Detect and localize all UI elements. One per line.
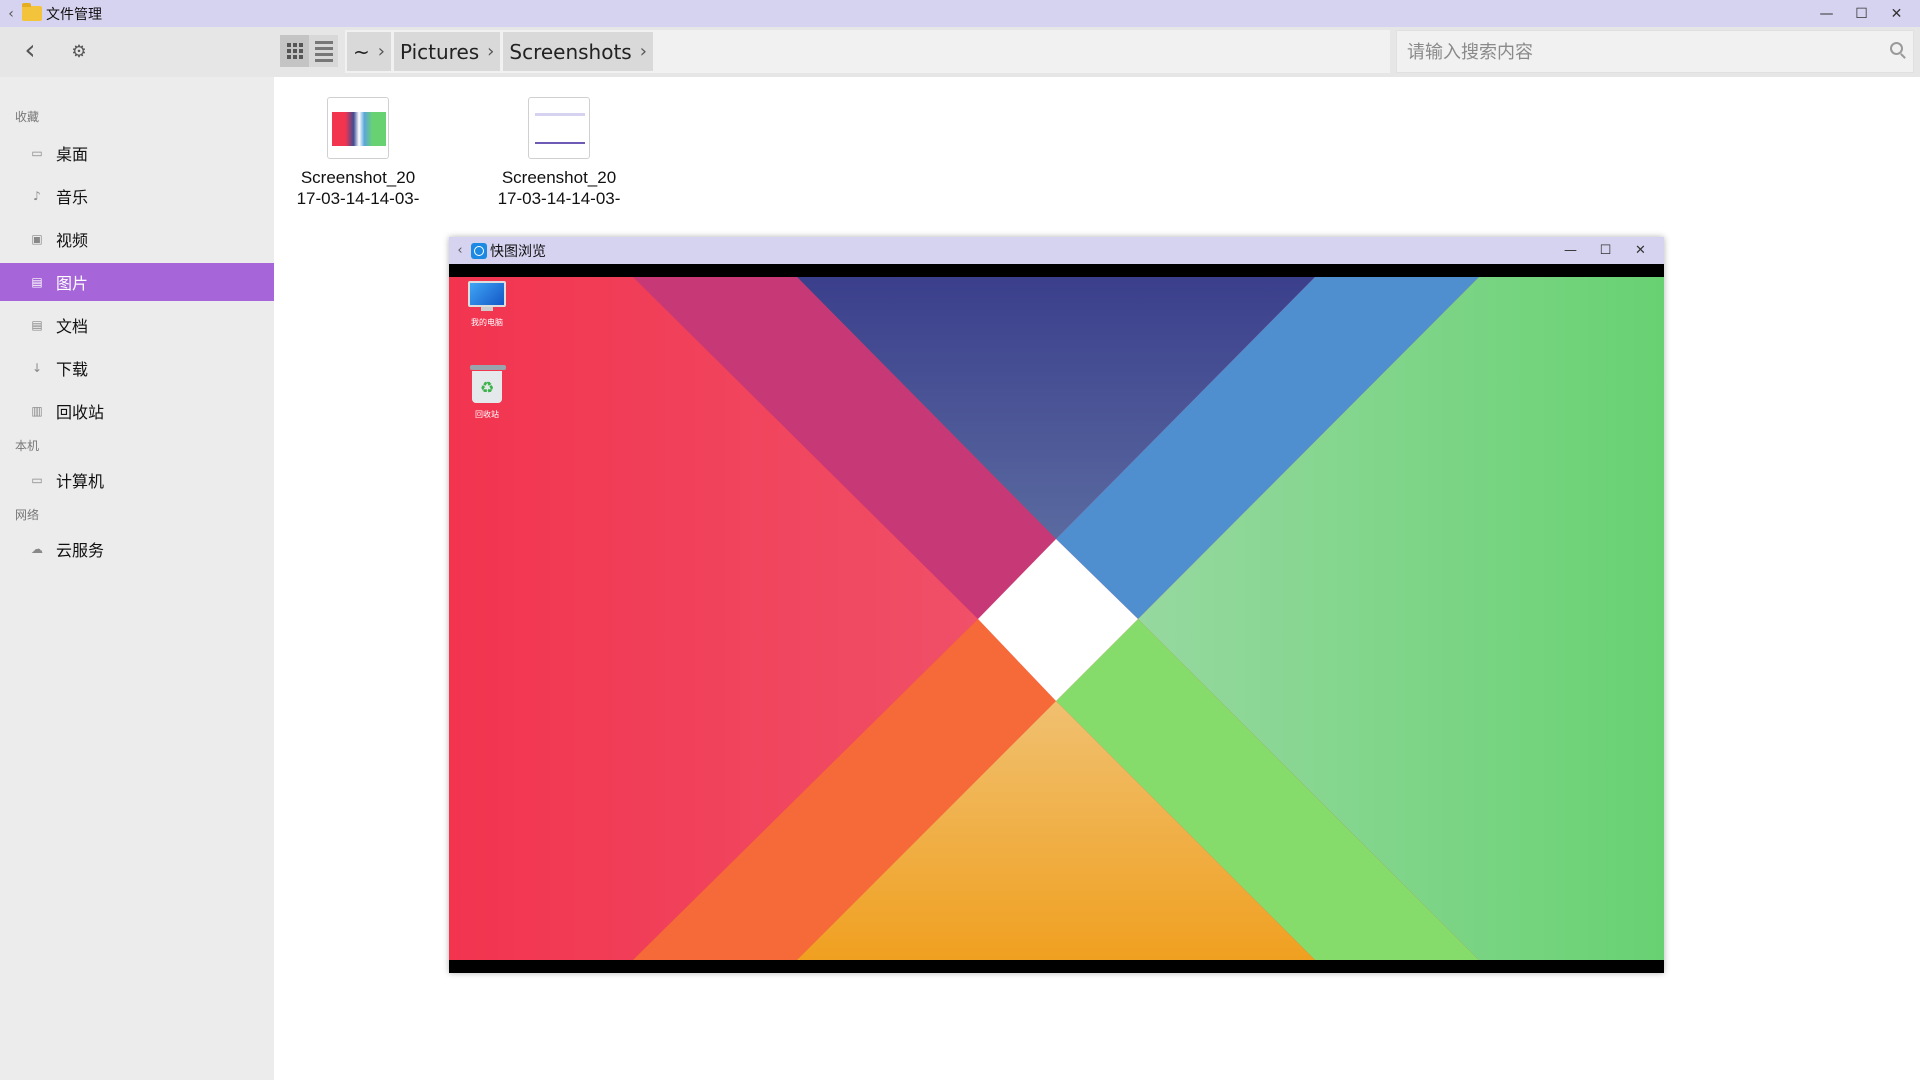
view-mode-toggle [280, 35, 338, 67]
sidebar-section-favorites: 收藏 [15, 110, 40, 124]
chevron-right-icon: › [377, 41, 385, 62]
monitor-icon [468, 281, 506, 311]
file-name-line: Screenshot_20 [300, 168, 416, 187]
breadcrumb-home[interactable]: ~ › [347, 32, 391, 71]
breadcrumb[interactable]: ~ › Pictures › Screenshots › [345, 30, 1390, 73]
viewer-window-controls: — ☐ ✕ [1553, 237, 1658, 264]
video-icon: ▣ [31, 232, 43, 246]
sidebar-item-label: 音乐 [56, 188, 89, 207]
sidebar-item-desktop[interactable]: ▭ 桌面 [0, 134, 274, 172]
grid-view-icon [286, 43, 303, 59]
image-viewer-app-icon [471, 242, 487, 259]
cloud-icon: ☁ [31, 542, 43, 556]
image-thumbnail-icon [332, 112, 386, 146]
recycle-bin-icon: ♻ [470, 365, 506, 403]
window-back-button[interactable]: ‹ [0, 6, 22, 22]
search-icon[interactable] [1890, 42, 1903, 55]
breadcrumb-screenshots[interactable]: Screenshots › [503, 32, 653, 71]
file-item[interactable]: Screenshot_20 17-03-14-14-03- [293, 97, 423, 209]
desktop-icon: ▭ [31, 146, 43, 160]
file-name-line: 17-03-14-14-03- [497, 189, 621, 208]
viewer-image[interactable]: 我的电脑 ♻ 回收站 [449, 277, 1664, 960]
file-thumbnail [327, 97, 389, 159]
app-title: 文件管理 [46, 6, 102, 23]
sidebar-item-label: 计算机 [56, 472, 105, 491]
back-button[interactable]: ‹ [17, 36, 43, 65]
list-view-button[interactable] [309, 35, 338, 67]
sidebar-item-pictures[interactable]: ▤ 图片 [0, 263, 274, 301]
sidebar-item-videos[interactable]: ▣ 视频 [0, 220, 274, 258]
folder-icon [22, 3, 42, 21]
viewer-title-bar: ‹ 快图浏览 — ☐ ✕ [449, 237, 1664, 264]
file-name: Screenshot_20 17-03-14-14-03- [293, 167, 423, 209]
breadcrumb-label: Screenshots [509, 39, 632, 64]
chevron-right-icon: › [487, 41, 495, 62]
music-icon: ♪ [33, 189, 41, 203]
computer-icon: ▭ [31, 473, 43, 487]
trash-icon: ▥ [31, 404, 43, 418]
image-thumbnail-icon [533, 112, 587, 146]
sidebar-item-label: 回收站 [56, 403, 105, 422]
sidebar-item-trash[interactable]: ▥ 回收站 [0, 392, 274, 430]
sidebar-section-this-machine: 本机 [15, 439, 40, 453]
toolbar: ‹ ⚙ ~ › Pictures › Screenshots › [0, 27, 1920, 77]
sidebar-item-music[interactable]: ♪ 音乐 [0, 177, 274, 215]
viewer-close-button[interactable]: ✕ [1623, 243, 1658, 258]
sidebar-item-downloads[interactable]: ↓ 下载 [0, 349, 274, 387]
file-item[interactable]: Screenshot_20 17-03-14-14-03- [494, 97, 624, 209]
breadcrumb-label: ~ [353, 39, 370, 64]
sidebar-item-label: 云服务 [56, 541, 105, 560]
picture-icon: ▤ [31, 275, 43, 289]
list-view-icon [314, 40, 333, 62]
viewer-minimize-button[interactable]: — [1553, 243, 1588, 258]
wallpaper-image [449, 277, 1664, 960]
viewer-maximize-button[interactable]: ☐ [1588, 243, 1623, 258]
sidebar-item-label: 视频 [56, 231, 89, 250]
document-icon: ▤ [31, 318, 43, 332]
sidebar-item-documents[interactable]: ▤ 文档 [0, 306, 274, 344]
chevron-right-icon: › [639, 41, 647, 62]
file-thumbnail [528, 97, 590, 159]
window-controls: — ☐ ✕ [1809, 0, 1914, 27]
breadcrumb-label: Pictures [399, 39, 480, 64]
file-name-line: 17-03-14-14-03- [296, 189, 420, 208]
desktop-icon-recycle-bin[interactable]: ♻ 回收站 [457, 365, 517, 420]
sidebar-section-network: 网络 [15, 508, 40, 522]
sidebar-item-label: 下载 [56, 360, 89, 379]
desktop-icon-label: 回收站 [475, 410, 499, 419]
viewer-back-button[interactable]: ‹ [449, 243, 471, 258]
file-name: Screenshot_20 17-03-14-14-03- [494, 167, 624, 209]
search-box [1396, 30, 1914, 74]
image-viewer-window: ‹ 快图浏览 — ☐ ✕ 我的电脑 ♻ 回收站 [449, 237, 1664, 973]
sidebar: 收藏 ▭ 桌面 ♪ 音乐 ▣ 视频 ▤ 图片 ▤ 文档 ↓ 下载 ▥ 回收站 本… [0, 77, 274, 1080]
sidebar-item-cloud[interactable]: ☁ 云服务 [0, 530, 274, 568]
search-input[interactable] [1397, 31, 1879, 74]
sidebar-item-computer[interactable]: ▭ 计算机 [0, 461, 274, 499]
minimize-button[interactable]: — [1809, 6, 1844, 22]
sidebar-item-label: 文档 [56, 317, 89, 336]
settings-button[interactable]: ⚙ [66, 39, 92, 65]
download-icon: ↓ [31, 361, 43, 375]
viewer-title: 快图浏览 [490, 243, 546, 260]
maximize-button[interactable]: ☐ [1844, 6, 1879, 22]
title-bar: ‹ 文件管理 — ☐ ✕ [0, 0, 1920, 27]
sidebar-item-label: 图片 [56, 274, 89, 293]
desktop-icon-my-computer[interactable]: 我的电脑 [457, 281, 517, 328]
breadcrumb-pictures[interactable]: Pictures › [393, 32, 501, 71]
sidebar-item-label: 桌面 [56, 145, 89, 164]
desktop-icon-label: 我的电脑 [471, 318, 503, 327]
grid-view-button[interactable] [280, 35, 309, 67]
file-name-line: Screenshot_20 [501, 168, 617, 187]
close-button[interactable]: ✕ [1879, 6, 1914, 22]
